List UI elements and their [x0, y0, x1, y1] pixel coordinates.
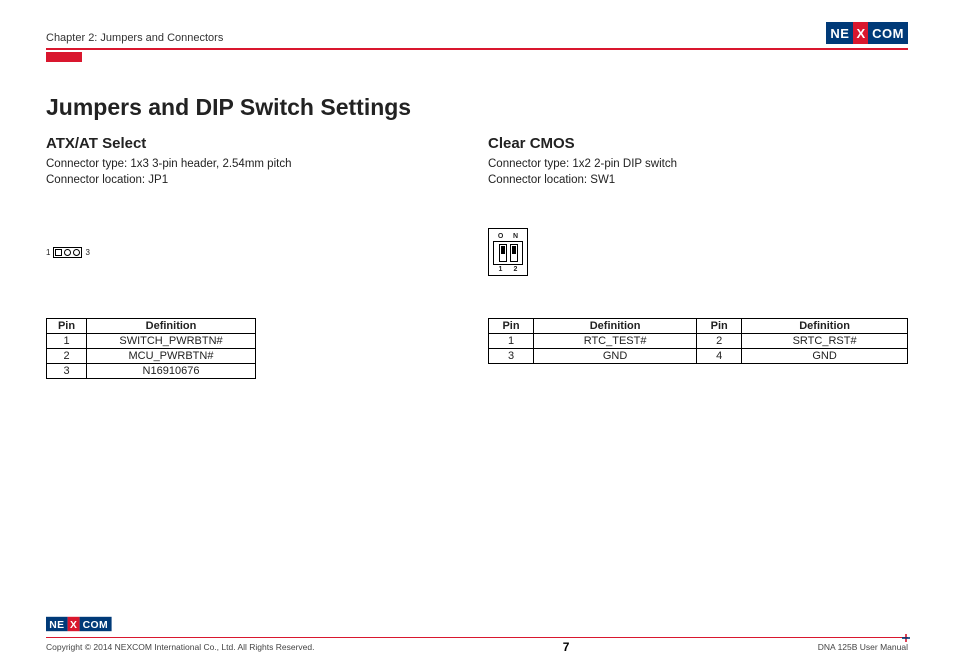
section-cmos: Clear CMOS Connector type: 1x2 2-pin DIP…	[488, 135, 908, 379]
table-row: 2 MCU_PWRBTN#	[47, 349, 256, 364]
atx-conn-type: Connector type: 1x3 3-pin header, 2.54mm…	[46, 156, 420, 172]
th-pin: Pin	[489, 319, 534, 334]
th-def: Definition	[742, 319, 908, 334]
logo-part-ne: NE	[826, 22, 853, 44]
header-accent-block	[46, 52, 82, 62]
pin-label-3: 3	[85, 248, 89, 257]
table-header-row: Pin Definition Pin Definition	[489, 319, 908, 334]
copyright-text: Copyright © 2014 NEXCOM International Co…	[46, 642, 314, 652]
atx-conn-loc: Connector location: JP1	[46, 172, 420, 188]
dip-label-n: N	[513, 233, 518, 240]
page-title: Jumpers and DIP Switch Settings	[46, 94, 908, 121]
table-header-row: Pin Definition	[47, 319, 256, 334]
atx-pin-table: Pin Definition 1 SWITCH_PWRBTN# 2 MCU_PW…	[46, 318, 256, 379]
dip-handle-icon	[512, 246, 516, 254]
th-pin: Pin	[697, 319, 742, 334]
atx-heading: ATX/AT Select	[46, 135, 420, 152]
header-rule	[46, 48, 908, 50]
footer-cross-icon	[902, 634, 910, 642]
pin-3-icon	[73, 249, 80, 256]
logo-part-ne: NE	[46, 617, 68, 631]
dip-slot-1	[499, 244, 507, 262]
dip-handle-icon	[501, 246, 505, 254]
cmos-conn-loc: Connector location: SW1	[488, 172, 908, 188]
cmos-conn-type: Connector type: 1x2 2-pin DIP switch	[488, 156, 908, 172]
chapter-title: Chapter 2: Jumpers and Connectors	[46, 32, 223, 44]
footer-rule	[46, 637, 908, 639]
table-row: 1 RTC_TEST# 2 SRTC_RST#	[489, 334, 908, 349]
dip-switch-diagram: O N 1 2	[488, 228, 528, 276]
dip-label-o: O	[498, 233, 503, 240]
brand-logo: NE X COM	[826, 22, 908, 44]
table-row: 1 SWITCH_PWRBTN#	[47, 334, 256, 349]
dip-label-2: 2	[514, 266, 518, 273]
logo-part-x: X	[853, 22, 868, 44]
logo-part-com: COM	[868, 22, 908, 44]
dip-slot-2	[510, 244, 518, 262]
logo-part-com: COM	[79, 617, 111, 631]
pin-header-diagram: 1 3	[46, 247, 90, 258]
section-atx: ATX/AT Select Connector type: 1x3 3-pin …	[46, 135, 420, 379]
dip-label-1: 1	[499, 266, 503, 273]
th-def: Definition	[87, 319, 256, 334]
th-def: Definition	[534, 319, 697, 334]
cmos-pin-table: Pin Definition Pin Definition 1 RTC_TEST…	[488, 318, 908, 364]
table-row: 3 GND 4 GND	[489, 349, 908, 364]
page-number: 7	[563, 640, 570, 654]
th-pin: Pin	[47, 319, 87, 334]
footer-logo: NE X COM	[46, 617, 111, 631]
table-row: 3 N16910676	[47, 364, 256, 379]
pin-1-icon	[55, 249, 62, 256]
cmos-heading: Clear CMOS	[488, 135, 908, 152]
pin-label-1: 1	[46, 248, 50, 257]
logo-part-x: X	[68, 617, 80, 631]
pin-2-icon	[64, 249, 71, 256]
manual-name: DNA 125B User Manual	[818, 642, 908, 652]
